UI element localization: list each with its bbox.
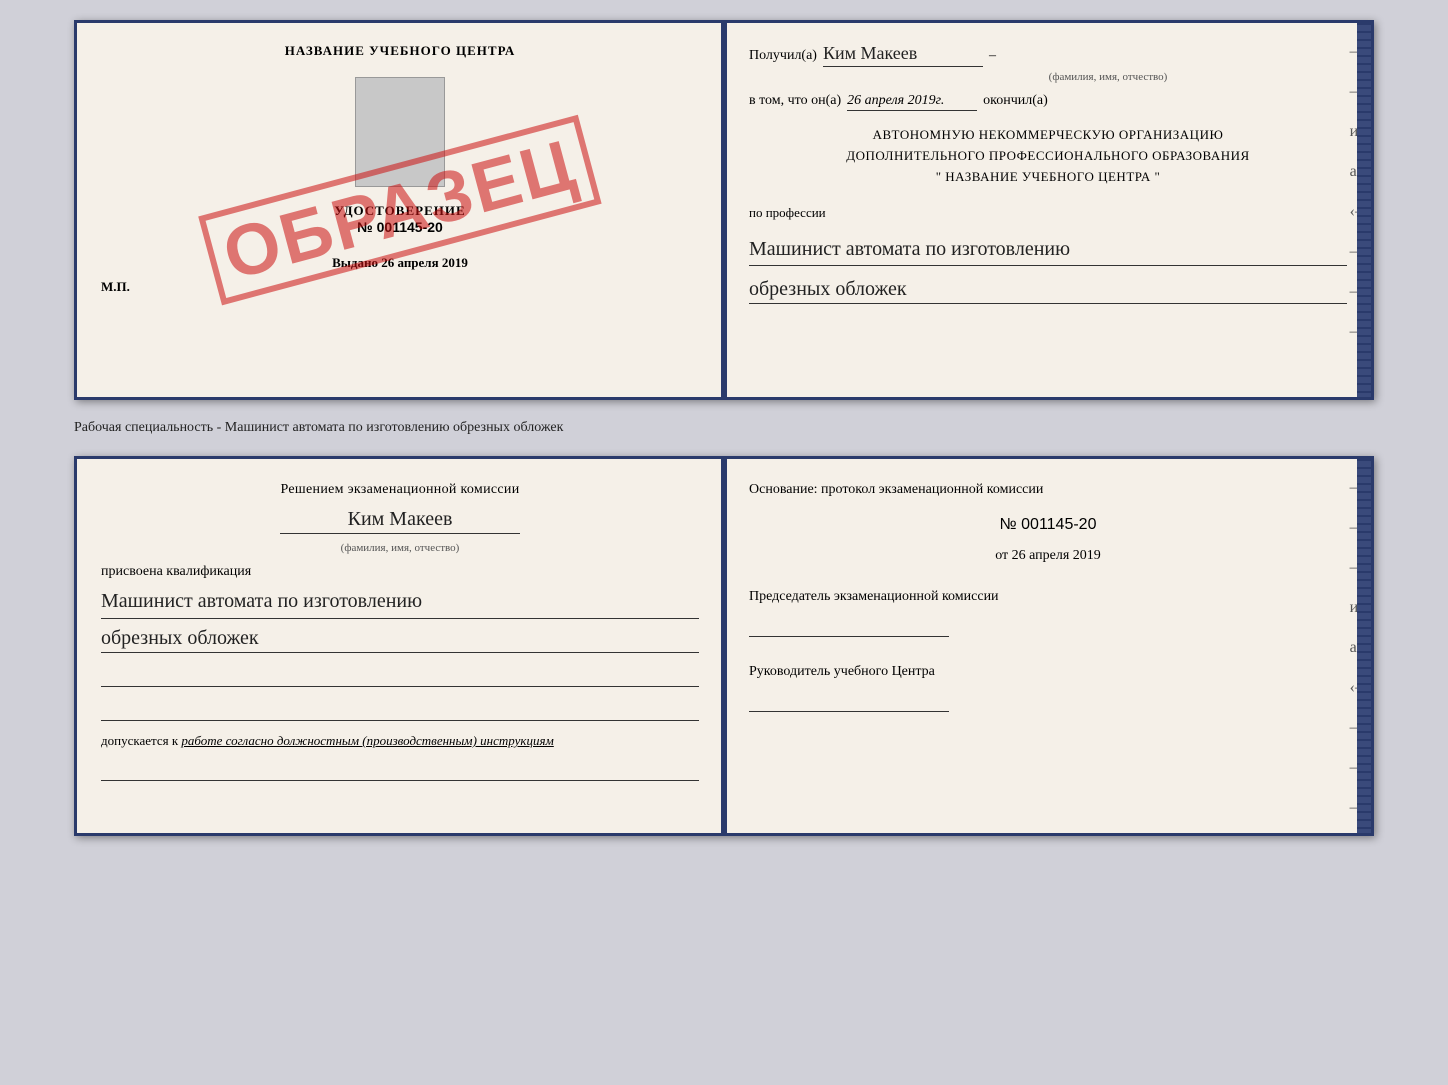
vtom-line: в том, что он(а) 26 апреля 2019г. окончи… [749,93,1347,111]
rukovoditel-sign-line [749,688,949,712]
course-end-date: 26 апреля 2019г. [847,93,977,111]
org-line2: ДОПОЛНИТЕЛЬНОГО ПРОФЕССИОНАЛЬНОГО ОБРАЗО… [749,146,1347,167]
prisvoena-line: присвоена квалификация [101,564,699,580]
org-line1: АВТОНОМНУЮ НЕКОММЕРЧЕСКУЮ ОРГАНИЗАЦИЮ [749,125,1347,146]
bottom-right-page: Основание: протокол экзаменационной коми… [725,459,1371,833]
bottom-fio-sub: (фамилия, имя, отчество) [101,542,699,554]
cert-school-name: НАЗВАНИЕ УЧЕБНОГО ЦЕНТРА [285,43,516,59]
predsedatel-sign-line [749,613,949,637]
org-line3: " НАЗВАНИЕ УЧЕБНОГО ЦЕНТРА " [749,167,1347,188]
dopuskaetsya-text: работе согласно должностным (производств… [181,733,553,748]
dash-after-name: – [989,48,996,64]
bottom-spine-texture [1357,459,1371,833]
okonchil-label: окончил(а) [983,93,1048,109]
top-certificate: НАЗВАНИЕ УЧЕБНОГО ЦЕНТРА УДОСТОВЕРЕНИЕ №… [74,20,1374,400]
spine-texture [1357,23,1371,397]
protocol-date-value: 26 апреля 2019 [1012,548,1101,563]
resheniyem-text: Решением экзаменационной комиссии [281,482,520,497]
recipient-name: Ким Макеев [823,43,983,67]
predsedatel-block: Председатель экзаменационной комиссии [749,586,1347,637]
underline-1 [101,667,699,687]
rukovoditel-title: Руководитель учебного Центра [749,661,1347,682]
mp-line: М.П. [101,279,130,295]
poluchil-label: Получил(а) [749,48,817,64]
profession-line1: Машинист автомата по изготовлению [749,235,1347,266]
underline-2 [101,701,699,721]
document-container: НАЗВАНИЕ УЧЕБНОГО ЦЕНТРА УДОСТОВЕРЕНИЕ №… [74,20,1374,836]
cert-right-page: Получил(а) Ким Макеев – (фамилия, имя, о… [725,23,1371,397]
bottom-underlines [101,667,699,721]
resheniyem-line: Решением экзаменационной комиссии [101,479,699,500]
rukovoditel-block: Руководитель учебного Центра [749,661,1347,712]
protocol-date: от 26 апреля 2019 [749,548,1347,564]
middle-label: Рабочая специальность - Машинист автомат… [74,416,1374,440]
kval-line1: Машинист автомата по изготовлению [101,586,699,619]
bottom-name: Ким Макеев [280,508,520,534]
bottom-certificate: Решением экзаменационной комиссии Ким Ма… [74,456,1374,836]
vtom-label: в том, что он(а) [749,93,841,109]
profession-line2: обрезных обложек [749,278,1347,304]
protocol-number: № 001145-20 [749,516,1347,534]
bottom-left-page: Решением экзаменационной комиссии Ким Ма… [77,459,725,833]
cert-left-page: НАЗВАНИЕ УЧЕБНОГО ЦЕНТРА УДОСТОВЕРЕНИЕ №… [77,23,725,397]
fio-sublabel: (фамилия, имя, отчество) [869,71,1347,83]
dopuskaetsya-line: допускается к работе согласно должностны… [101,733,699,749]
dopuskaetsya-label: допускается к [101,733,178,748]
ot-label: от [995,548,1008,563]
underline-last [101,761,699,781]
kval-line2: обрезных обложек [101,627,699,653]
org-block: АВТОНОМНУЮ НЕКОММЕРЧЕСКУЮ ОРГАНИЗАЦИЮ ДО… [749,125,1347,187]
poluchil-line: Получил(а) Ким Макеев – [749,43,1347,67]
osnovanie-title: Основание: протокол экзаменационной коми… [749,479,1347,500]
predsedatel-title: Председатель экзаменационной комиссии [749,586,1347,607]
po-professii-label: по профессии [749,205,1347,221]
